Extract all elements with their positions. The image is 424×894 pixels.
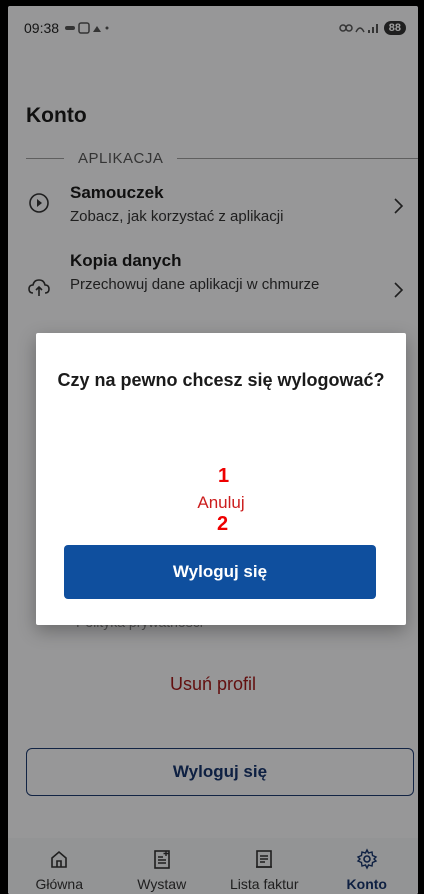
screen: 09:38 88 Konto APLIKACJA Samouczek Zobac… <box>8 6 418 894</box>
dialog-question: Czy na pewno chcesz się wylogować? <box>57 370 385 390</box>
annotation-marker-1: 1 <box>218 465 230 487</box>
cancel-button[interactable]: Anuluj <box>36 493 406 513</box>
logout-confirm-dialog: Czy na pewno chcesz się wylogować? 1 Anu… <box>36 333 406 625</box>
confirm-logout-button[interactable]: Wyloguj się <box>64 545 376 599</box>
annotation-marker-2: 2 <box>217 513 229 535</box>
